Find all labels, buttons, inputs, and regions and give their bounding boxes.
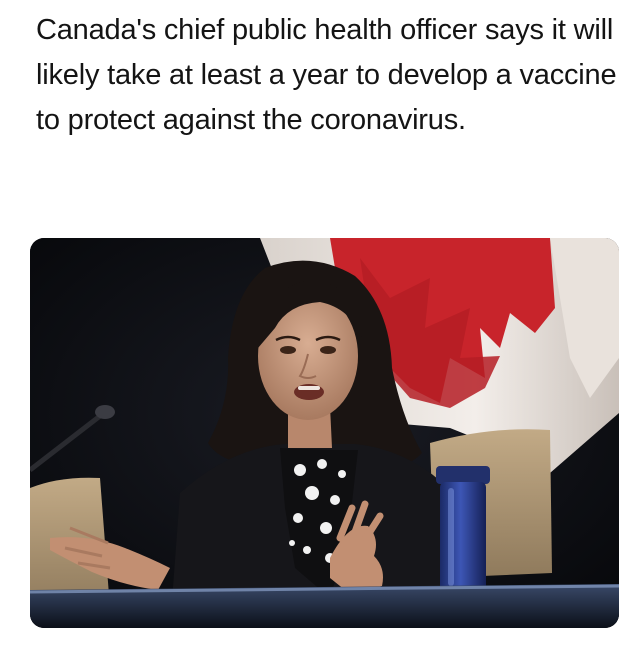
post-caption: Canada's chief public health officer say… (36, 14, 617, 136)
table-edge (30, 584, 619, 628)
press-conference-illustration (30, 238, 619, 628)
news-photo (30, 238, 619, 628)
blue-tumbler (436, 466, 490, 594)
